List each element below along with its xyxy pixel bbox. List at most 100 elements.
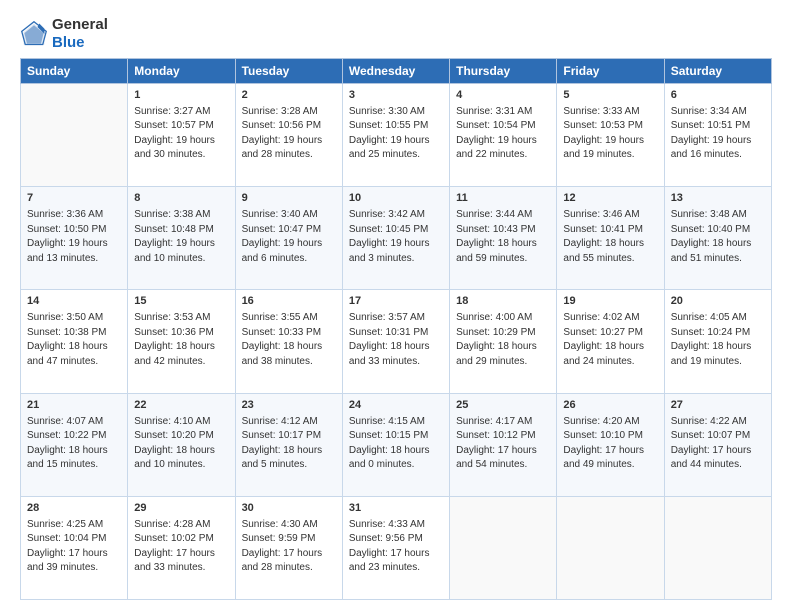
- col-header-sunday: Sunday: [21, 59, 128, 84]
- day-number: 17: [349, 294, 443, 310]
- week-row-1: 1Sunrise: 3:27 AMSunset: 10:57 PMDayligh…: [21, 84, 772, 187]
- day-info-line: Sunrise: 3:57 AM: [349, 311, 443, 326]
- day-number: 21: [27, 398, 121, 414]
- day-info-line: Sunrise: 4:17 AM: [456, 415, 550, 430]
- day-info-line: and 13 minutes.: [27, 252, 121, 267]
- col-header-thursday: Thursday: [450, 59, 557, 84]
- day-info-line: Sunrise: 4:30 AM: [242, 518, 336, 533]
- day-info-line: Sunrise: 4:25 AM: [27, 518, 121, 533]
- day-number: 7: [27, 191, 121, 207]
- day-number: 12: [563, 191, 657, 207]
- day-info-line: Sunrise: 3:27 AM: [134, 105, 228, 120]
- day-info-line: Daylight: 18 hours: [27, 340, 121, 355]
- day-info-line: Sunset: 10:53 PM: [563, 119, 657, 134]
- day-info-line: Sunrise: 4:12 AM: [242, 415, 336, 430]
- calendar-cell: 16Sunrise: 3:55 AMSunset: 10:33 PMDaylig…: [235, 290, 342, 393]
- day-info-line: and 44 minutes.: [671, 458, 765, 473]
- day-info-line: Sunrise: 4:02 AM: [563, 311, 657, 326]
- calendar-cell: 3Sunrise: 3:30 AMSunset: 10:55 PMDayligh…: [342, 84, 449, 187]
- day-number: 14: [27, 294, 121, 310]
- day-info-line: Sunrise: 4:22 AM: [671, 415, 765, 430]
- day-info-line: Sunset: 10:04 PM: [27, 532, 121, 547]
- day-info-line: Sunset: 10:10 PM: [563, 429, 657, 444]
- day-info-line: Daylight: 17 hours: [242, 547, 336, 562]
- calendar-cell: [664, 496, 771, 599]
- calendar-cell: 20Sunrise: 4:05 AMSunset: 10:24 PMDaylig…: [664, 290, 771, 393]
- calendar-cell: 10Sunrise: 3:42 AMSunset: 10:45 PMDaylig…: [342, 187, 449, 290]
- week-row-4: 21Sunrise: 4:07 AMSunset: 10:22 PMDaylig…: [21, 393, 772, 496]
- day-info-line: Sunrise: 4:07 AM: [27, 415, 121, 430]
- day-info-line: and 22 minutes.: [456, 148, 550, 163]
- calendar-cell: [450, 496, 557, 599]
- day-info-line: Daylight: 17 hours: [349, 547, 443, 562]
- day-info-line: Sunrise: 3:46 AM: [563, 208, 657, 223]
- day-info-line: Sunset: 10:22 PM: [27, 429, 121, 444]
- day-info-line: Sunrise: 4:00 AM: [456, 311, 550, 326]
- day-info-line: Sunset: 10:31 PM: [349, 326, 443, 341]
- day-info-line: and 10 minutes.: [134, 252, 228, 267]
- day-info-line: and 33 minutes.: [134, 561, 228, 576]
- day-info-line: Sunset: 10:38 PM: [27, 326, 121, 341]
- day-info-line: Daylight: 18 hours: [349, 444, 443, 459]
- day-info-line: Daylight: 18 hours: [349, 340, 443, 355]
- day-number: 15: [134, 294, 228, 310]
- day-info-line: Sunrise: 3:40 AM: [242, 208, 336, 223]
- calendar-cell: 19Sunrise: 4:02 AMSunset: 10:27 PMDaylig…: [557, 290, 664, 393]
- day-info-line: Sunrise: 3:48 AM: [671, 208, 765, 223]
- day-info-line: Daylight: 18 hours: [27, 444, 121, 459]
- day-info-line: Daylight: 18 hours: [563, 237, 657, 252]
- day-info-line: Daylight: 19 hours: [456, 134, 550, 149]
- day-info-line: Daylight: 18 hours: [671, 237, 765, 252]
- day-number: 22: [134, 398, 228, 414]
- day-info-line: Sunset: 10:41 PM: [563, 223, 657, 238]
- day-info-line: Sunrise: 3:44 AM: [456, 208, 550, 223]
- day-info-line: Sunrise: 4:15 AM: [349, 415, 443, 430]
- day-info-line: Daylight: 18 hours: [134, 340, 228, 355]
- day-info-line: and 54 minutes.: [456, 458, 550, 473]
- day-info-line: Sunrise: 3:36 AM: [27, 208, 121, 223]
- day-number: 10: [349, 191, 443, 207]
- week-row-3: 14Sunrise: 3:50 AMSunset: 10:38 PMDaylig…: [21, 290, 772, 393]
- day-info-line: Sunset: 10:20 PM: [134, 429, 228, 444]
- day-info-line: and 38 minutes.: [242, 355, 336, 370]
- day-info-line: Sunset: 10:33 PM: [242, 326, 336, 341]
- day-info-line: and 49 minutes.: [563, 458, 657, 473]
- calendar-cell: 22Sunrise: 4:10 AMSunset: 10:20 PMDaylig…: [128, 393, 235, 496]
- day-number: 5: [563, 88, 657, 104]
- calendar-cell: 27Sunrise: 4:22 AMSunset: 10:07 PMDaylig…: [664, 393, 771, 496]
- day-info-line: Sunrise: 4:33 AM: [349, 518, 443, 533]
- day-info-line: and 42 minutes.: [134, 355, 228, 370]
- day-number: 23: [242, 398, 336, 414]
- day-info-line: Sunset: 10:47 PM: [242, 223, 336, 238]
- header: General Blue: [20, 16, 772, 52]
- day-info-line: Sunset: 10:45 PM: [349, 223, 443, 238]
- calendar-cell: 11Sunrise: 3:44 AMSunset: 10:43 PMDaylig…: [450, 187, 557, 290]
- day-number: 26: [563, 398, 657, 414]
- logo: General Blue: [20, 16, 108, 52]
- day-info-line: and 28 minutes.: [242, 148, 336, 163]
- day-number: 25: [456, 398, 550, 414]
- day-info-line: Sunset: 10:27 PM: [563, 326, 657, 341]
- day-info-line: Daylight: 17 hours: [563, 444, 657, 459]
- day-info-line: and 19 minutes.: [671, 355, 765, 370]
- day-number: 27: [671, 398, 765, 414]
- calendar-cell: 12Sunrise: 3:46 AMSunset: 10:41 PMDaylig…: [557, 187, 664, 290]
- day-info-line: and 24 minutes.: [563, 355, 657, 370]
- day-info-line: Sunrise: 3:42 AM: [349, 208, 443, 223]
- day-info-line: Sunset: 10:07 PM: [671, 429, 765, 444]
- calendar-cell: 24Sunrise: 4:15 AMSunset: 10:15 PMDaylig…: [342, 393, 449, 496]
- week-row-5: 28Sunrise: 4:25 AMSunset: 10:04 PMDaylig…: [21, 496, 772, 599]
- day-number: 2: [242, 88, 336, 104]
- calendar-cell: 25Sunrise: 4:17 AMSunset: 10:12 PMDaylig…: [450, 393, 557, 496]
- calendar-cell: 15Sunrise: 3:53 AMSunset: 10:36 PMDaylig…: [128, 290, 235, 393]
- day-number: 29: [134, 501, 228, 517]
- day-info-line: Sunrise: 3:34 AM: [671, 105, 765, 120]
- day-info-line: and 0 minutes.: [349, 458, 443, 473]
- day-info-line: and 6 minutes.: [242, 252, 336, 267]
- day-info-line: Daylight: 19 hours: [134, 237, 228, 252]
- day-info-line: Daylight: 17 hours: [456, 444, 550, 459]
- calendar-cell: 5Sunrise: 3:33 AMSunset: 10:53 PMDayligh…: [557, 84, 664, 187]
- day-info-line: Sunset: 9:56 PM: [349, 532, 443, 547]
- day-info-line: and 59 minutes.: [456, 252, 550, 267]
- day-info-line: Sunset: 10:36 PM: [134, 326, 228, 341]
